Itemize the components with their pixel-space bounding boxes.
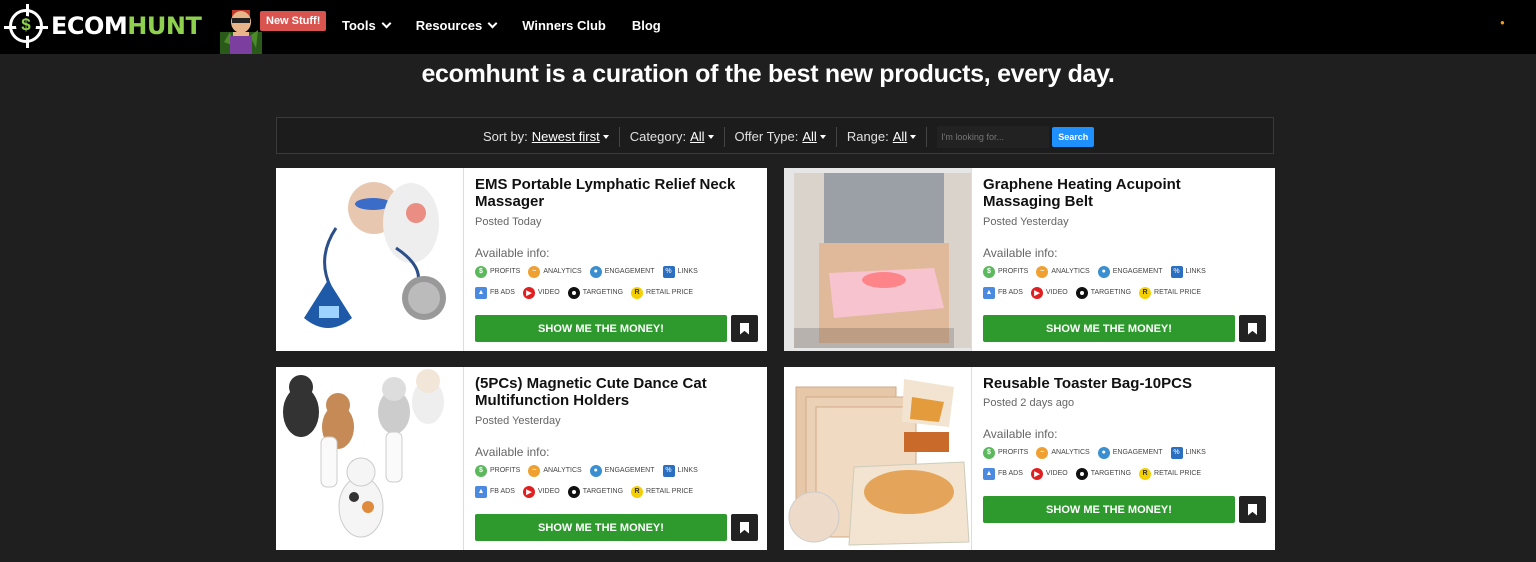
product-title[interactable]: (5PCs) Magnetic Cute Dance Cat Multifunc… bbox=[475, 375, 745, 409]
bookmark-button[interactable] bbox=[1239, 496, 1266, 523]
retail-price-icon: R RETAIL PRICE bbox=[631, 286, 693, 299]
bookmark-button[interactable] bbox=[731, 514, 758, 541]
sort-filter[interactable]: Sort by: Newest first bbox=[473, 126, 620, 147]
product-card[interactable]: (5PCs) Magnetic Cute Dance Cat Multifunc… bbox=[276, 367, 767, 550]
targeting-icon: TARGETING bbox=[1075, 467, 1131, 480]
product-title[interactable]: Reusable Toaster Bag-10PCS bbox=[983, 375, 1253, 392]
retail-price-icon: R RETAIL PRICE bbox=[1139, 286, 1201, 299]
product-card[interactable]: EMS Portable Lymphatic Relief Neck Massa… bbox=[276, 168, 767, 351]
new-stuff-badge[interactable]: New Stuff! bbox=[260, 11, 327, 31]
available-info-label: Available info: bbox=[983, 427, 1058, 441]
targeting-icon: TARGETING bbox=[567, 485, 623, 498]
search-button[interactable]: Search bbox=[1052, 126, 1095, 147]
search-input[interactable] bbox=[937, 125, 1050, 148]
nav-blog[interactable]: Blog bbox=[632, 18, 661, 33]
links-icon: % LINKS bbox=[1170, 446, 1206, 459]
engagement-icon: ● ENGAGEMENT bbox=[1097, 446, 1163, 459]
analytics-icon: ~ ANALYTICS bbox=[528, 464, 582, 477]
profits-icon: $ PROFITS bbox=[475, 464, 520, 477]
links-icon: % LINKS bbox=[662, 265, 698, 278]
mascot-image bbox=[220, 10, 262, 54]
nav-resources[interactable]: Resources bbox=[416, 18, 498, 33]
product-image[interactable] bbox=[276, 367, 464, 550]
caret-down-icon bbox=[819, 134, 826, 139]
posted-date: Posted Yesterday bbox=[983, 216, 1069, 228]
links-icon: % LINKS bbox=[662, 464, 698, 477]
ecomhunt-logo[interactable]: $ ECOMHUNT bbox=[4, 4, 202, 48]
crosshair-icon: $ bbox=[4, 4, 48, 48]
caret-down-icon bbox=[602, 134, 609, 139]
fb-ads-icon: ▲ FB ADS bbox=[475, 485, 515, 498]
page-headline: ecomhunt is a curation of the best new p… bbox=[421, 60, 1115, 88]
bookmark-icon bbox=[1248, 322, 1257, 335]
engagement-icon: ● ENGAGEMENT bbox=[589, 265, 655, 278]
nav-tools[interactable]: Tools bbox=[342, 18, 392, 33]
nav-winners-club[interactable]: Winners Club bbox=[522, 18, 606, 33]
profits-icon: $ PROFITS bbox=[475, 265, 520, 278]
analytics-icon: ~ ANALYTICS bbox=[1036, 265, 1090, 278]
engagement-icon: ● ENGAGEMENT bbox=[589, 464, 655, 477]
logo-wordmark: ECOMHUNT bbox=[51, 12, 202, 40]
available-info-label: Available info: bbox=[475, 246, 550, 260]
range-filter[interactable]: Range: All bbox=[837, 126, 928, 147]
profits-icon: $ PROFITS bbox=[983, 446, 1028, 459]
profits-icon: $ PROFITS bbox=[983, 265, 1028, 278]
product-title[interactable]: Graphene Heating Acupoint Massaging Belt bbox=[983, 176, 1253, 210]
show-me-the-money-button[interactable]: SHOW ME THE MONEY! bbox=[983, 315, 1235, 342]
product-card[interactable]: Graphene Heating Acupoint Massaging Belt… bbox=[784, 168, 1275, 351]
caret-down-icon bbox=[910, 134, 917, 139]
chevron-down-icon bbox=[487, 18, 498, 28]
targeting-icon: TARGETING bbox=[567, 286, 623, 299]
chevron-down-icon bbox=[381, 18, 392, 28]
bookmark-button[interactable] bbox=[1239, 315, 1266, 342]
offer-type-filter[interactable]: Offer Type: All bbox=[725, 126, 837, 147]
product-image[interactable] bbox=[276, 168, 464, 351]
posted-date: Posted Yesterday bbox=[475, 415, 561, 427]
analytics-icon: ~ ANALYTICS bbox=[1036, 446, 1090, 459]
retail-price-icon: R RETAIL PRICE bbox=[631, 485, 693, 498]
show-me-the-money-button[interactable]: SHOW ME THE MONEY! bbox=[475, 514, 727, 541]
dollar-icon: $ bbox=[16, 16, 36, 36]
engagement-icon: ● ENGAGEMENT bbox=[1097, 265, 1163, 278]
available-info-icons: $ PROFITS ~ ANALYTICS ● ENGAGEMENT % LINKS ▲… bbox=[475, 264, 745, 306]
retail-price-icon: R RETAIL PRICE bbox=[1139, 467, 1201, 480]
user-menu-icon[interactable]: ● bbox=[1500, 18, 1510, 32]
fb-ads-icon: ▲ FB ADS bbox=[983, 467, 1023, 480]
bookmark-button[interactable] bbox=[731, 315, 758, 342]
bookmark-icon bbox=[1248, 503, 1257, 516]
video-icon: ▶ VIDEO bbox=[522, 286, 560, 299]
available-info-icons: $ PROFITS ~ ANALYTICS ● ENGAGEMENT % LINKS ▲… bbox=[475, 463, 745, 505]
video-icon: ▶ VIDEO bbox=[1030, 286, 1068, 299]
fb-ads-icon: ▲ FB ADS bbox=[983, 286, 1023, 299]
available-info-icons: $ PROFITS ~ ANALYTICS ● ENGAGEMENT % LINKS ▲… bbox=[983, 445, 1253, 487]
show-me-the-money-button[interactable]: SHOW ME THE MONEY! bbox=[475, 315, 727, 342]
category-filter[interactable]: Category: All bbox=[620, 126, 725, 147]
available-info-label: Available info: bbox=[983, 246, 1058, 260]
available-info-label: Available info: bbox=[475, 445, 550, 459]
posted-date: Posted Today bbox=[475, 216, 542, 228]
targeting-icon: TARGETING bbox=[1075, 286, 1131, 299]
bookmark-icon bbox=[740, 322, 749, 335]
available-info-icons: $ PROFITS ~ ANALYTICS ● ENGAGEMENT % LINKS ▲… bbox=[983, 264, 1253, 306]
bookmark-icon bbox=[740, 521, 749, 534]
filter-bar: Sort by: Newest first Category: All Offer … bbox=[276, 117, 1274, 154]
video-icon: ▶ VIDEO bbox=[1030, 467, 1068, 480]
links-icon: % LINKS bbox=[1170, 265, 1206, 278]
product-image[interactable] bbox=[784, 367, 972, 550]
product-image[interactable] bbox=[784, 168, 972, 351]
product-title[interactable]: EMS Portable Lymphatic Relief Neck Massa… bbox=[475, 176, 745, 210]
main-nav: Tools Resources Winners Club Blog bbox=[342, 0, 661, 50]
show-me-the-money-button[interactable]: SHOW ME THE MONEY! bbox=[983, 496, 1235, 523]
posted-date: Posted 2 days ago bbox=[983, 397, 1075, 409]
analytics-icon: ~ ANALYTICS bbox=[528, 265, 582, 278]
caret-down-icon bbox=[707, 134, 714, 139]
video-icon: ▶ VIDEO bbox=[522, 485, 560, 498]
product-card[interactable]: Reusable Toaster Bag-10PCS Posted 2 days… bbox=[784, 367, 1275, 550]
top-navbar: $ ECOMHUNT New Stuff! Tools Resources Wi… bbox=[0, 0, 1536, 54]
fb-ads-icon: ▲ FB ADS bbox=[475, 286, 515, 299]
